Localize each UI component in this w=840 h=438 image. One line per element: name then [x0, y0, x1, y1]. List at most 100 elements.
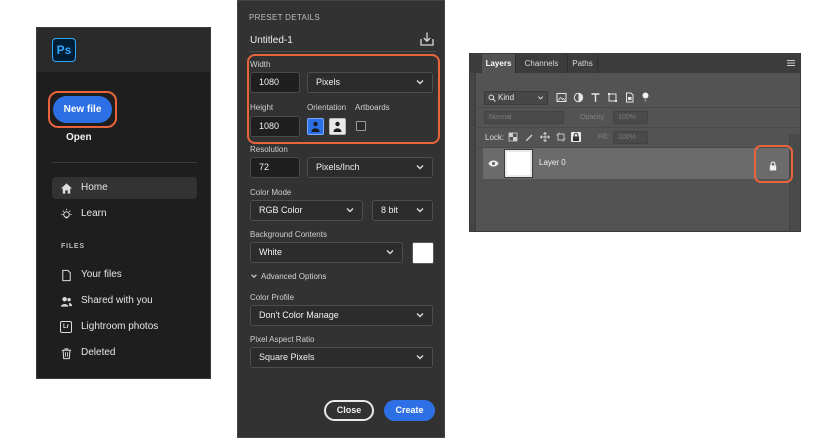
nav-item-home[interactable]: Home: [52, 177, 197, 199]
home-icon: [60, 183, 73, 194]
background-contents-label: Background Contents: [250, 230, 327, 239]
nav-item-shared[interactable]: Shared with you: [52, 290, 197, 312]
chevron-down-icon: [416, 80, 424, 85]
pixel-aspect-ratio-select[interactable]: Square Pixels: [250, 347, 433, 368]
advanced-options-label: Advanced Options: [261, 272, 327, 281]
panel-menu-icon[interactable]: [787, 59, 795, 67]
filter-kind-select[interactable]: Kind: [484, 91, 548, 105]
filter-row: Kind: [470, 88, 800, 108]
pixel-layer-filter-icon[interactable]: [556, 92, 567, 103]
nav-item-lightroom[interactable]: Lr Lightroom photos: [52, 316, 197, 338]
chevron-down-icon: [416, 313, 424, 318]
eye-icon[interactable]: [488, 159, 499, 168]
height-input[interactable]: 1080: [250, 116, 300, 137]
layer-thumbnail[interactable]: [504, 149, 533, 178]
color-profile-value: Don't Color Manage: [259, 310, 339, 320]
search-icon: [488, 94, 496, 102]
chevron-down-icon: [346, 208, 354, 213]
layers-panel: Layers Channels Paths Kind Normal Opacit…: [469, 53, 801, 232]
people-icon: [60, 296, 73, 307]
resolution-unit-value: Pixels/Inch: [316, 162, 360, 172]
lock-artboard-icon[interactable]: [556, 132, 566, 142]
background-color-swatch[interactable]: [412, 242, 434, 264]
nav-item-learn[interactable]: Learn: [52, 203, 197, 225]
artboards-checkbox[interactable]: [356, 121, 366, 131]
bit-depth-select[interactable]: 8 bit: [372, 200, 433, 221]
blend-mode-select[interactable]: Normal: [484, 111, 564, 124]
portrait-orientation-button[interactable]: [307, 118, 324, 135]
adjustment-layer-filter-icon[interactable]: [573, 92, 584, 103]
background-contents-value: White: [259, 247, 283, 257]
tab-layers[interactable]: Layers: [482, 54, 516, 73]
home-divider: [52, 162, 197, 163]
width-label: Width: [250, 60, 271, 69]
width-unit-select[interactable]: Pixels: [307, 72, 433, 93]
tab-channels[interactable]: Channels: [516, 54, 568, 73]
lock-transparent-pixels-icon[interactable]: [508, 132, 518, 142]
nav-item-your-files[interactable]: Your files: [52, 264, 197, 286]
filter-toggle-icon[interactable]: [640, 92, 651, 103]
color-mode-label: Color Mode: [250, 188, 292, 197]
nav-item-label: Learn: [81, 208, 107, 219]
chevron-down-icon: [386, 250, 394, 255]
opacity-label: Opacity:: [580, 114, 606, 121]
lock-icon[interactable]: [768, 161, 778, 171]
resolution-label: Resolution: [250, 145, 288, 154]
document-name-field[interactable]: Untitled-1: [250, 35, 293, 46]
width-unit-value: Pixels: [316, 77, 341, 87]
filter-kind-value: Kind: [498, 93, 515, 102]
nav-item-label: Lightroom photos: [81, 321, 159, 332]
new-file-highlight: New file: [48, 91, 117, 128]
color-mode-select[interactable]: RGB Color: [250, 200, 363, 221]
smart-object-filter-icon[interactable]: [624, 92, 635, 103]
new-file-button[interactable]: New file: [53, 96, 112, 123]
open-link[interactable]: Open: [66, 132, 92, 143]
home-topbar: Ps: [37, 28, 210, 72]
width-input[interactable]: 1080: [250, 72, 300, 93]
fill-input[interactable]: 100%: [613, 131, 648, 144]
bit-depth-value: 8 bit: [381, 205, 399, 215]
landscape-icon: [329, 118, 346, 135]
pixel-aspect-ratio-label: Pixel Aspect Ratio: [250, 335, 315, 344]
layer-row[interactable]: Layer 0: [483, 148, 789, 179]
pixel-aspect-ratio-value: Square Pixels: [259, 352, 315, 362]
background-contents-select[interactable]: White: [250, 242, 403, 263]
lock-row: Lock: Fill: 100%: [470, 128, 800, 148]
chevron-down-icon: [416, 208, 424, 213]
chevron-down-icon: [537, 96, 544, 100]
photoshop-logo: Ps: [52, 38, 76, 62]
layer-name[interactable]: Layer 0: [539, 158, 566, 167]
advanced-options-toggle[interactable]: Advanced Options: [250, 272, 326, 281]
close-button[interactable]: Close: [324, 400, 374, 421]
tab-paths[interactable]: Paths: [568, 54, 598, 73]
color-mode-value: RGB Color: [259, 205, 303, 215]
layers-tabbar: Layers Channels Paths: [470, 54, 800, 73]
opacity-input[interactable]: 100%: [613, 111, 648, 124]
nav-item-label: Shared with you: [81, 295, 153, 306]
resolution-input[interactable]: 72: [250, 157, 300, 178]
lock-image-pixels-icon[interactable]: [524, 132, 534, 142]
save-preset-icon[interactable]: [419, 31, 435, 47]
lightbulb-icon: [61, 208, 72, 219]
preset-details-panel: PRESET DETAILS Untitled-1 Width 1080 Pix…: [237, 0, 445, 438]
color-profile-select[interactable]: Don't Color Manage: [250, 305, 433, 326]
nav-item-deleted[interactable]: Deleted: [52, 342, 197, 364]
home-panel: Ps New file Open Home Learn FILES Your f…: [36, 27, 211, 379]
create-button[interactable]: Create: [384, 400, 435, 421]
portrait-icon: [307, 118, 324, 135]
chevron-down-icon: [416, 355, 424, 360]
lightroom-icon: Lr: [60, 321, 72, 333]
files-section-header: FILES: [61, 243, 85, 250]
resolution-unit-select[interactable]: Pixels/Inch: [307, 157, 433, 178]
chevron-down-icon: [416, 165, 424, 170]
blend-row: Normal Opacity: 100%: [470, 108, 800, 128]
nav-item-label: Your files: [81, 269, 122, 280]
shape-layer-filter-icon[interactable]: [607, 92, 618, 103]
nav-item-label: Home: [81, 182, 108, 193]
landscape-orientation-button[interactable]: [329, 118, 346, 135]
lock-position-icon[interactable]: [540, 132, 550, 142]
nav-item-label: Deleted: [81, 347, 116, 358]
artboards-label: Artboards: [355, 103, 390, 112]
type-layer-filter-icon[interactable]: [590, 92, 601, 103]
lock-all-icon[interactable]: [571, 132, 581, 142]
